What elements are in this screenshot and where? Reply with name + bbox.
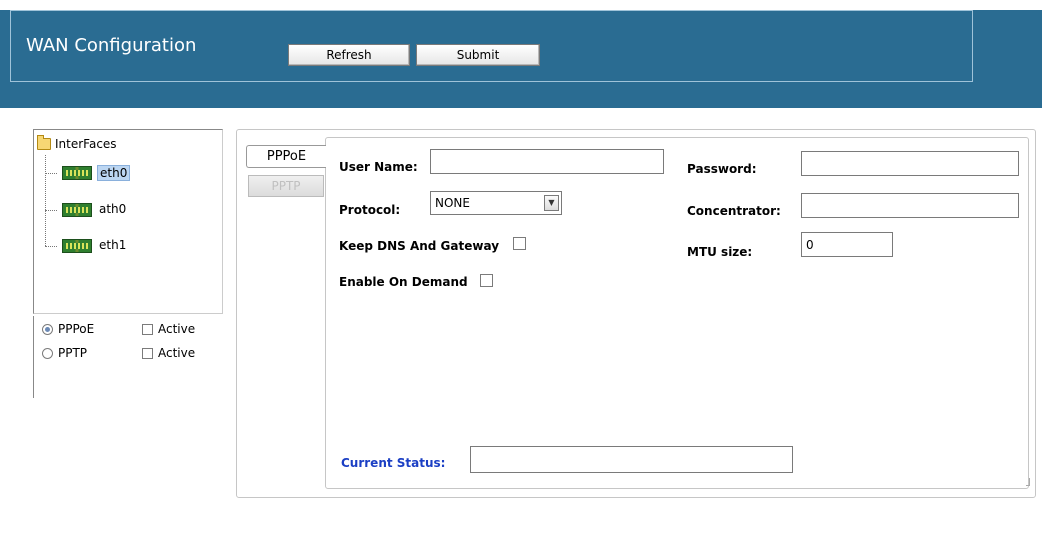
tab-pppoe[interactable]: PPPoE: [246, 145, 326, 168]
network-card-icon: [62, 239, 92, 253]
connection-type-options: PPPoE Active PPTP Active: [33, 316, 223, 398]
panel-corner: [1026, 478, 1030, 486]
keep-dns-label: Keep DNS And Gateway: [339, 239, 500, 253]
tree-item-label: eth1: [99, 238, 127, 252]
page-title: WAN Configuration: [26, 35, 197, 56]
folder-icon: [37, 135, 51, 150]
mtu-size-label: MTU size:: [687, 245, 753, 259]
tab-pptp[interactable]: PPTP: [248, 175, 324, 197]
concentrator-input[interactable]: [801, 193, 1019, 218]
mtu-size-input[interactable]: [801, 232, 893, 257]
pppoe-form-panel: [325, 137, 1029, 489]
tree-item-eth1[interactable]: eth1: [45, 237, 195, 257]
pppoe-active-checkbox[interactable]: [142, 324, 153, 335]
pptp-radio-label: PPTP: [58, 346, 88, 360]
interfaces-tree: InterFaces eth0 ath0 eth1: [33, 129, 223, 314]
pptp-active-checkbox[interactable]: [142, 348, 153, 359]
pptp-active-label: Active: [158, 346, 196, 360]
pppoe-radio-label: PPPoE: [58, 322, 95, 336]
pptp-radio[interactable]: [42, 348, 53, 359]
tree-root-label: InterFaces: [55, 137, 117, 151]
network-card-icon: [62, 166, 92, 180]
network-card-icon: [62, 203, 92, 217]
tree-branch-line: [45, 210, 57, 211]
enable-on-demand-label: Enable On Demand: [339, 275, 468, 289]
refresh-button[interactable]: Refresh: [288, 44, 410, 66]
pppoe-radio[interactable]: [42, 324, 53, 335]
tree-branch-line: [45, 173, 57, 174]
protocol-selected-value: NONE: [435, 196, 470, 210]
password-input[interactable]: [801, 151, 1019, 176]
protocol-label: Protocol:: [339, 203, 401, 217]
tree-branch-line: [45, 246, 57, 247]
protocol-select[interactable]: NONE ▼: [430, 191, 562, 215]
option-pppoe: PPPoE Active: [42, 322, 222, 338]
tree-item-label: ath0: [99, 202, 127, 216]
option-pptp: PPTP Active: [42, 346, 222, 362]
current-status-label: Current Status:: [341, 456, 446, 470]
dropdown-arrow-icon[interactable]: ▼: [544, 195, 559, 211]
concentrator-label: Concentrator:: [687, 204, 781, 218]
enable-on-demand-checkbox[interactable]: [480, 274, 493, 287]
tree-item-label: eth0: [97, 165, 131, 181]
user-name-label: User Name:: [339, 160, 418, 174]
tree-item-eth0[interactable]: eth0: [45, 164, 195, 184]
keep-dns-checkbox[interactable]: [513, 237, 526, 250]
current-status-field: [470, 446, 793, 473]
tree-item-ath0[interactable]: ath0: [45, 201, 195, 221]
pppoe-active-label: Active: [158, 322, 196, 336]
user-name-input[interactable]: [430, 149, 664, 174]
password-label: Password:: [687, 162, 757, 176]
submit-button[interactable]: Submit: [416, 44, 540, 66]
